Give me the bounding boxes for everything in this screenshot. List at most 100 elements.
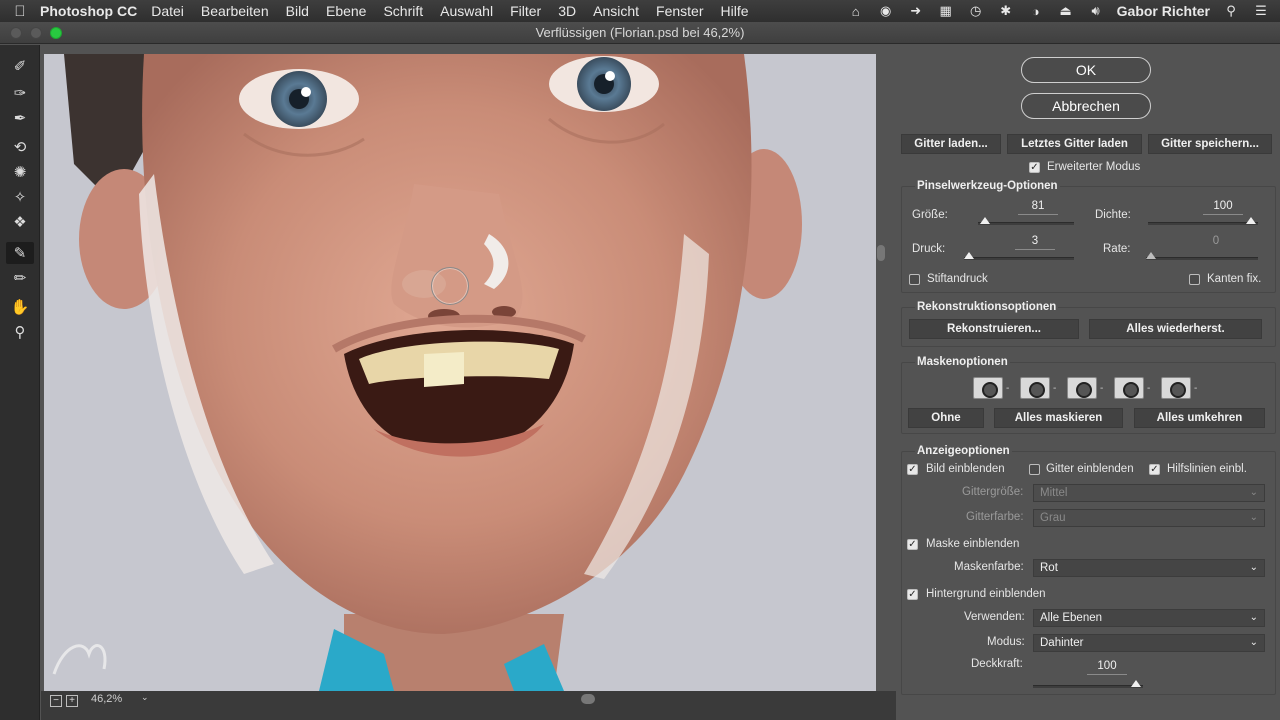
twirl-icon[interactable]: ⟲ — [6, 136, 34, 158]
opacity-slider[interactable] — [1033, 680, 1143, 688]
save-mesh-button[interactable]: Gitter speichern... — [1148, 134, 1272, 154]
reconstruct-icon[interactable]: ✑ — [6, 82, 34, 104]
mesh-color-value: Grau — [1040, 512, 1066, 524]
menu-app-name[interactable]: Photoshop CC — [40, 3, 137, 19]
show-backdrop-checkbox[interactable]: ✓ — [907, 589, 918, 600]
restore-all-button[interactable]: Alles wiederherst. — [1089, 319, 1262, 339]
zoom-window-button[interactable] — [50, 27, 62, 39]
menu-fenster[interactable]: Fenster — [656, 3, 703, 19]
apple-icon[interactable]:  — [0, 3, 40, 20]
mask-replace-icon[interactable] — [973, 377, 1003, 399]
load-last-mesh-button[interactable]: Letztes Gitter laden — [1007, 134, 1142, 154]
horizontal-scrollbar[interactable] — [581, 694, 595, 704]
bluetooth-icon[interactable]: ✱ — [997, 3, 1015, 19]
size-slider-thumb[interactable] — [980, 217, 990, 224]
menu-schrift[interactable]: Schrift — [383, 3, 423, 19]
show-mask-checkbox[interactable]: ✓ — [907, 539, 918, 550]
wifi-icon[interactable]: ◑ — [1027, 4, 1045, 19]
list-icon[interactable]: ☰ — [1252, 3, 1270, 19]
use-select[interactable]: Alle Ebenen ⌄ — [1033, 609, 1265, 627]
density-slider[interactable] — [1148, 217, 1258, 225]
menu-filter[interactable]: Filter — [510, 3, 541, 19]
cancel-button[interactable]: Abbrechen — [1021, 93, 1151, 119]
zoom-out-button[interactable]: − — [50, 695, 62, 707]
bloat-icon[interactable]: ✧ — [6, 186, 34, 208]
mode-select[interactable]: Dahinter ⌄ — [1033, 634, 1265, 652]
pressure-value[interactable]: 3 — [1015, 235, 1055, 250]
zoom-icon[interactable]: ⚲ — [6, 321, 34, 343]
menu-auswahl[interactable]: Auswahl — [440, 3, 493, 19]
pin-edges-checkbox[interactable] — [1189, 274, 1200, 285]
mask-invert-icon[interactable] — [1161, 377, 1191, 399]
hand-icon[interactable]: ✋ — [6, 296, 34, 318]
show-mesh-checkbox[interactable] — [1029, 464, 1040, 475]
menu-hilfe[interactable]: Hilfe — [721, 3, 749, 19]
opacity-slider-thumb[interactable] — [1131, 680, 1141, 687]
show-image-label: Bild einblenden — [926, 463, 1005, 475]
show-guides-label: Hilfslinien einbl. — [1167, 463, 1247, 475]
camera-icon[interactable]: ◉ — [877, 3, 895, 19]
pressure-slider[interactable] — [964, 252, 1074, 260]
mask-none-button[interactable]: Ohne — [908, 408, 984, 428]
chevron-down-icon: ⌄ — [1249, 487, 1258, 498]
liquify-options-panel: OK Abbrechen Gitter laden... Letztes Git… — [896, 45, 1280, 720]
close-window-button[interactable] — [10, 27, 22, 39]
mode-label: Modus: — [987, 636, 1025, 648]
opacity-value[interactable]: 100 — [1087, 660, 1127, 675]
density-value[interactable]: 100 — [1203, 200, 1243, 215]
mask-add-icon[interactable] — [1020, 377, 1050, 399]
pressure-slider-thumb[interactable] — [964, 252, 974, 259]
rate-slider — [1146, 252, 1258, 260]
zoom-in-button[interactable]: + — [66, 695, 78, 707]
minimize-window-button[interactable] — [30, 27, 42, 39]
menu-bearbeiten[interactable]: Bearbeiten — [201, 3, 269, 19]
size-slider[interactable] — [978, 217, 1074, 225]
density-label: Dichte: — [1095, 209, 1131, 221]
mask-color-select[interactable]: Rot ⌄ — [1033, 559, 1265, 577]
advanced-mode-label: Erweiterter Modus — [1047, 161, 1141, 173]
size-value[interactable]: 81 — [1018, 200, 1058, 215]
clock-icon[interactable]: ◷ — [967, 3, 985, 19]
menu-datei[interactable]: Datei — [151, 3, 184, 19]
brush-options-title: Pinselwerkzeug-Optionen — [915, 180, 1060, 192]
menu-bild[interactable]: Bild — [286, 3, 309, 19]
chevron-down-icon: ⌄ — [1249, 512, 1258, 523]
mask-subtract-icon[interactable] — [1067, 377, 1097, 399]
menu-ansicht[interactable]: Ansicht — [593, 3, 639, 19]
show-guides-checkbox[interactable]: ✓ — [1149, 464, 1160, 475]
brush-cursor — [431, 267, 469, 305]
canvas-area[interactable] — [41, 45, 896, 691]
vertical-scrollbar[interactable] — [877, 245, 885, 261]
battery-icon[interactable]: ▦ — [937, 3, 955, 19]
ok-button[interactable]: OK — [1021, 57, 1151, 83]
forward-warp-icon[interactable]: ✐ — [6, 55, 34, 77]
stylus-pressure-checkbox[interactable] — [909, 274, 920, 285]
view-options-title: Anzeigeoptionen — [915, 445, 1012, 457]
push-left-icon[interactable]: ❖ — [6, 211, 34, 233]
thaw-mask-icon[interactable]: ✏ — [6, 267, 34, 289]
status-bar: − + 46,2% ⌄ — [41, 691, 896, 720]
advanced-mode-checkbox[interactable]: ✓ — [1029, 162, 1040, 173]
pucker-icon[interactable]: ✺ — [6, 161, 34, 183]
home-icon[interactable]: ⌂ — [847, 4, 865, 19]
user-name[interactable]: Gabor Richter — [1117, 3, 1210, 19]
eject-icon[interactable]: ⏏ — [1057, 3, 1075, 19]
menu-3d[interactable]: 3D — [558, 3, 576, 19]
zoom-level[interactable]: 46,2% — [91, 693, 122, 705]
mask-all-button[interactable]: Alles maskieren — [994, 408, 1123, 428]
reconstruct-button[interactable]: Rekonstruieren... — [909, 319, 1079, 339]
density-slider-thumb[interactable] — [1246, 217, 1256, 224]
search-icon[interactable]: ⚲ — [1222, 3, 1240, 19]
smooth-icon[interactable]: ✒ — [6, 107, 34, 129]
invert-all-button[interactable]: Alles umkehren — [1134, 408, 1265, 428]
pressure-label: Druck: — [912, 243, 946, 255]
chevron-down-icon[interactable]: ⌄ — [141, 692, 149, 703]
image-canvas[interactable] — [44, 54, 876, 691]
load-mesh-button[interactable]: Gitter laden... — [901, 134, 1001, 154]
menu-ebene[interactable]: Ebene — [326, 3, 366, 19]
mask-intersect-icon[interactable] — [1114, 377, 1144, 399]
freeze-mask-icon[interactable]: ✎ — [6, 242, 34, 264]
forward-icon[interactable]: ➜ — [907, 3, 925, 19]
show-image-checkbox[interactable]: ✓ — [907, 464, 918, 475]
volume-icon[interactable]: 🔊︎ — [1087, 3, 1105, 19]
